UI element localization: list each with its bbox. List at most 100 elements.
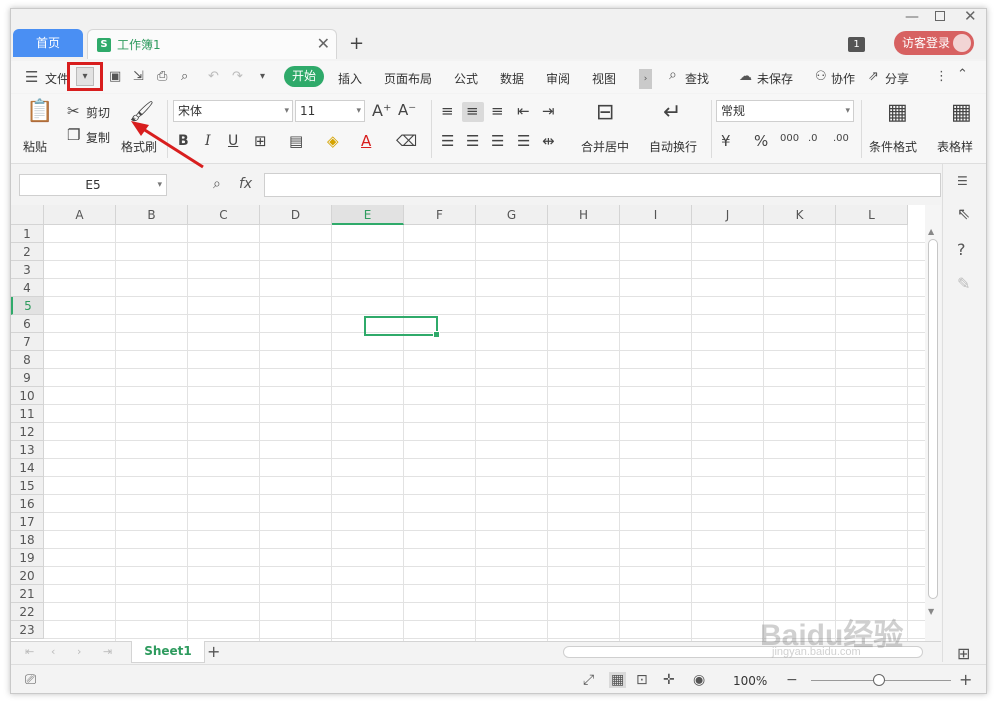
row-header[interactable]: 8 bbox=[11, 351, 44, 369]
search-icon[interactable]: ⌕ bbox=[669, 67, 677, 83]
maximize-icon[interactable] bbox=[935, 11, 945, 21]
row-header[interactable]: 4 bbox=[11, 279, 44, 297]
row-header[interactable]: 10 bbox=[11, 387, 44, 405]
new-tab-button[interactable]: + bbox=[349, 33, 364, 54]
zoom-out-icon[interactable]: − bbox=[786, 672, 798, 688]
align-middle-icon[interactable]: ≡ bbox=[466, 102, 479, 120]
menu-file[interactable]: 文件 bbox=[45, 70, 69, 87]
tab-home[interactable]: 首页 bbox=[13, 29, 83, 57]
ribbon-tab-review[interactable]: 审阅 bbox=[546, 70, 570, 87]
thousands-icon[interactable]: 000 bbox=[780, 133, 799, 144]
row-header[interactable]: 12 bbox=[11, 423, 44, 441]
clear-format-icon[interactable]: ⌫ bbox=[396, 132, 417, 150]
paste-button[interactable]: 粘贴 bbox=[23, 138, 47, 155]
row-header[interactable]: 7 bbox=[11, 333, 44, 351]
window-count-badge[interactable]: 1 bbox=[848, 37, 865, 52]
indent-increase-icon[interactable]: ⇥ bbox=[542, 102, 555, 120]
export-icon[interactable]: ⇲ bbox=[133, 69, 144, 84]
row-header[interactable]: 6 bbox=[11, 315, 44, 333]
undo-icon[interactable]: ↶ bbox=[208, 69, 219, 84]
align-left-icon[interactable]: ☰ bbox=[441, 132, 454, 150]
hamburger-icon[interactable]: ☰ bbox=[25, 68, 38, 86]
column-header[interactable]: I bbox=[620, 205, 692, 225]
guest-login-button[interactable]: 访客登录 bbox=[894, 31, 974, 55]
selected-cell-e5[interactable] bbox=[364, 316, 440, 338]
zoom-formula-icon[interactable]: ⌕ bbox=[213, 176, 221, 192]
formula-input[interactable] bbox=[264, 173, 941, 197]
more-options-icon[interactable]: ⋮ bbox=[935, 69, 948, 84]
ribbon-tab-view[interactable]: 视图 bbox=[592, 70, 616, 87]
font-grow-icon[interactable]: A⁺ bbox=[372, 101, 391, 120]
row-header[interactable]: 5 bbox=[11, 297, 44, 315]
panel-menu-icon[interactable]: ☰ bbox=[957, 174, 968, 188]
justify-icon[interactable]: ☰ bbox=[517, 132, 530, 150]
help-icon[interactable]: ? bbox=[957, 240, 966, 259]
comment-icon[interactable]: ✎ bbox=[957, 274, 970, 293]
tab-workbook[interactable]: S 工作簿1 ✕ bbox=[87, 29, 337, 59]
zoom-slider-knob[interactable] bbox=[873, 674, 885, 686]
sheet-tab-sheet1[interactable]: Sheet1 bbox=[131, 641, 205, 663]
row-header[interactable]: 15 bbox=[11, 477, 44, 495]
indent-decrease-icon[interactable]: ⇤ bbox=[517, 102, 530, 120]
column-header[interactable]: D bbox=[260, 205, 332, 225]
column-header[interactable]: G bbox=[476, 205, 548, 225]
vertical-scrollbar[interactable]: ▲ ▼ bbox=[925, 205, 941, 641]
auto-wrap-button[interactable]: 自动换行 bbox=[649, 138, 697, 155]
zoom-in-icon[interactable]: + bbox=[959, 670, 972, 689]
ribbon-tab-formula[interactable]: 公式 bbox=[454, 70, 478, 87]
merge-center-button[interactable]: 合并居中 bbox=[581, 138, 629, 155]
search-label[interactable]: 查找 bbox=[685, 70, 709, 87]
first-sheet-icon[interactable]: ⇤ bbox=[25, 645, 34, 658]
number-format-select[interactable]: 常规 ▾ bbox=[716, 100, 854, 122]
vertical-scroll-thumb[interactable] bbox=[928, 239, 938, 599]
row-header[interactable]: 2 bbox=[11, 243, 44, 261]
cut-icon[interactable]: ✂ bbox=[67, 102, 80, 120]
normal-view-icon[interactable]: ▦ bbox=[609, 672, 627, 688]
font-name-select[interactable]: 宋体 ▾ bbox=[173, 100, 293, 122]
eye-protect-icon[interactable]: ◉ bbox=[693, 672, 705, 688]
font-color-icon[interactable]: A bbox=[361, 132, 371, 150]
currency-icon[interactable]: ¥ bbox=[721, 132, 731, 150]
row-header[interactable]: 18 bbox=[11, 531, 44, 549]
strikethrough-icon[interactable]: ▤ bbox=[289, 132, 303, 150]
row-header[interactable]: 14 bbox=[11, 459, 44, 477]
file-dropdown-button[interactable]: ▾ bbox=[76, 67, 94, 86]
save-icon[interactable]: ▣ bbox=[109, 69, 121, 84]
auto-wrap-icon[interactable]: ↵ bbox=[663, 100, 681, 125]
quick-access-more-icon[interactable]: ▾ bbox=[260, 71, 265, 82]
font-shrink-icon[interactable]: A⁻ bbox=[398, 101, 416, 119]
zoom-level[interactable]: 100% bbox=[733, 674, 767, 688]
ribbon-tab-start[interactable]: 开始 bbox=[284, 66, 324, 87]
fullscreen-icon[interactable]: ⤢ bbox=[583, 672, 594, 688]
align-right-icon[interactable]: ☰ bbox=[491, 132, 504, 150]
percent-icon[interactable]: % bbox=[754, 132, 768, 150]
align-bottom-icon[interactable]: ≡ bbox=[491, 102, 504, 120]
row-header[interactable]: 9 bbox=[11, 369, 44, 387]
column-header[interactable]: H bbox=[548, 205, 620, 225]
column-header[interactable]: F bbox=[404, 205, 476, 225]
name-box[interactable]: E5 ▾ bbox=[19, 174, 167, 196]
fill-color-icon[interactable]: ◈ bbox=[327, 132, 339, 150]
select-all-corner[interactable] bbox=[11, 205, 44, 225]
ribbon-tab-insert[interactable]: 插入 bbox=[338, 70, 362, 87]
row-header[interactable]: 19 bbox=[11, 549, 44, 567]
print-preview-icon[interactable]: ⌕ bbox=[181, 69, 188, 84]
format-painter-button[interactable]: 格式刷 bbox=[121, 138, 157, 155]
row-header[interactable]: 21 bbox=[11, 585, 44, 603]
row-header[interactable]: 11 bbox=[11, 405, 44, 423]
collapse-ribbon-icon[interactable]: ⌃ bbox=[957, 67, 968, 82]
share-button[interactable]: 分享 bbox=[885, 70, 909, 87]
row-header[interactable]: 20 bbox=[11, 567, 44, 585]
reading-layout-icon[interactable]: ✛ bbox=[663, 672, 675, 688]
select-cursor-icon[interactable]: ⇖ bbox=[957, 204, 970, 223]
column-header[interactable]: B bbox=[116, 205, 188, 225]
collab-button[interactable]: 协作 bbox=[831, 70, 855, 87]
tab-close-icon[interactable]: ✕ bbox=[317, 34, 330, 53]
print-icon[interactable]: ⎙ bbox=[157, 69, 167, 84]
row-header[interactable]: 13 bbox=[11, 441, 44, 459]
page-break-view-icon[interactable]: ⊡ bbox=[636, 672, 648, 688]
add-sheet-button[interactable]: + bbox=[207, 642, 220, 661]
conditional-format-icon[interactable]: ▦ bbox=[887, 100, 908, 125]
redo-icon[interactable]: ↷ bbox=[232, 69, 243, 84]
decimal-increase-icon[interactable]: .0 bbox=[808, 133, 818, 144]
